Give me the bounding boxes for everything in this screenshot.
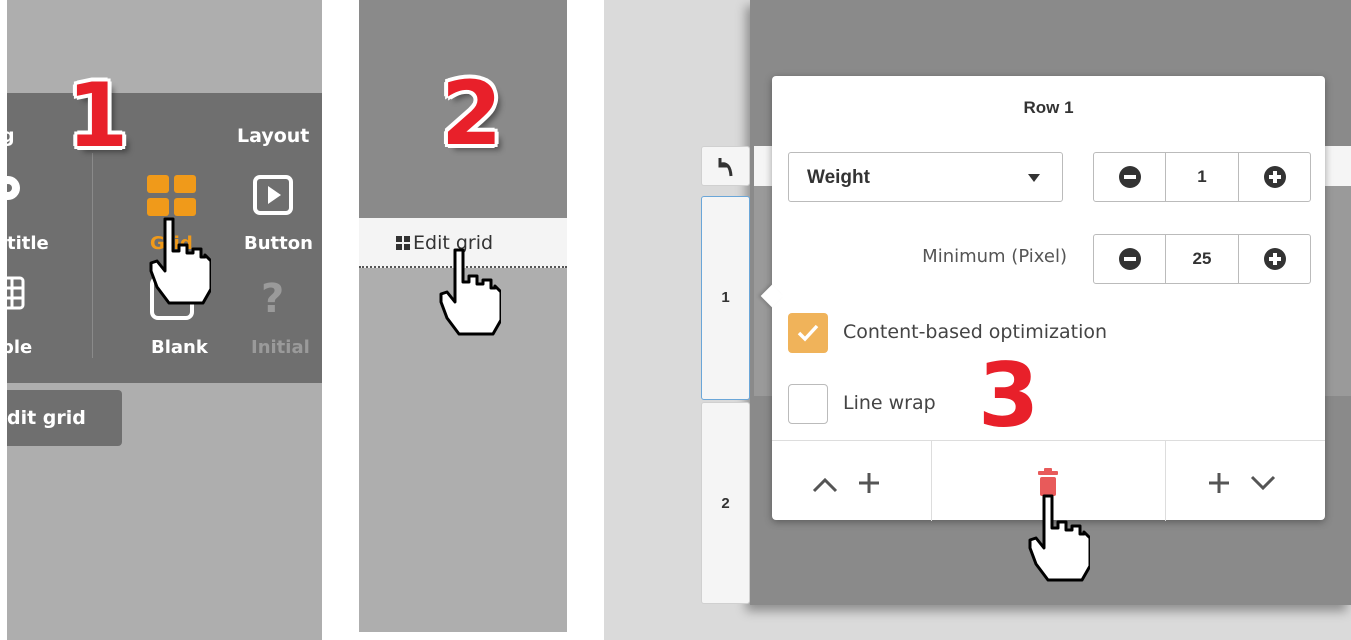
insert-row-above-button[interactable] bbox=[772, 441, 932, 521]
question-mark-icon: ? bbox=[261, 276, 285, 322]
insert-row-below-button[interactable] bbox=[1166, 441, 1325, 521]
weight-value[interactable]: 1 bbox=[1166, 167, 1238, 187]
row-tab-2[interactable]: 2 bbox=[701, 402, 750, 604]
toolbox-item-button-label: Button bbox=[244, 233, 313, 254]
plus-chevron-down-icon bbox=[1209, 473, 1276, 493]
size-mode-value: Weight bbox=[807, 167, 870, 188]
hand-cursor-icon bbox=[149, 217, 211, 305]
step-number-1: 1 bbox=[67, 64, 129, 167]
table-icon bbox=[7, 276, 25, 310]
popup-title: Row 1 bbox=[1023, 98, 1074, 117]
panel-step-3: 1 2 Row 1 Weight 1 Minimum (Pixel) 25 Co… bbox=[604, 0, 1351, 640]
minus-circle-icon bbox=[1118, 248, 1141, 270]
partial-menu-label: g bbox=[7, 125, 15, 147]
toolbox-item-blank-label: Blank bbox=[151, 337, 208, 358]
caret-down-icon bbox=[1028, 174, 1040, 182]
undo-arrow-icon bbox=[718, 158, 733, 177]
edit-grid-button-label: dit grid bbox=[7, 407, 86, 429]
minimum-stepper: 25 bbox=[1093, 234, 1311, 284]
edit-grid-button[interactable]: dit grid bbox=[7, 390, 122, 446]
weight-increment-button[interactable] bbox=[1238, 153, 1310, 201]
minimum-increment-button[interactable] bbox=[1238, 235, 1310, 283]
size-mode-select[interactable]: Weight bbox=[788, 152, 1063, 202]
row-tab-1-label: 1 bbox=[721, 289, 730, 306]
panel-step-2: 2 Edit grid bbox=[359, 0, 567, 632]
grid-icon bbox=[147, 175, 196, 216]
content-optimization-checkbox[interactable] bbox=[788, 313, 828, 353]
minimum-pixel-label: Minimum (Pixel) bbox=[922, 246, 1067, 267]
checkmark-icon bbox=[797, 324, 819, 342]
plus-circle-icon bbox=[1263, 248, 1286, 270]
line-wrap-label: Line wrap bbox=[843, 392, 936, 414]
step-number-2: 2 bbox=[441, 62, 503, 165]
step-number-3: 3 bbox=[978, 344, 1040, 447]
toolbox-item-initial-label: Initial bbox=[251, 337, 310, 358]
weight-stepper: 1 bbox=[1093, 152, 1311, 202]
grid-small-icon bbox=[396, 236, 410, 250]
hand-cursor-icon bbox=[1028, 494, 1090, 582]
toolbox-divider bbox=[92, 153, 93, 358]
hand-cursor-icon bbox=[439, 248, 501, 336]
title-icon bbox=[7, 176, 20, 200]
toolbox-menu: g Layout title Grid Butto bbox=[7, 93, 322, 383]
line-wrap-checkbox[interactable] bbox=[788, 384, 828, 424]
weight-decrement-button[interactable] bbox=[1094, 153, 1166, 201]
plus-circle-icon bbox=[1263, 166, 1286, 188]
minus-circle-icon bbox=[1118, 166, 1141, 188]
row-settings-popup: Row 1 Weight 1 Minimum (Pixel) 25 Conten… bbox=[760, 76, 1325, 521]
row-tab-1[interactable]: 1 bbox=[701, 196, 750, 400]
minimum-decrement-button[interactable] bbox=[1094, 235, 1166, 283]
toolbox-item-title-label: title bbox=[7, 233, 49, 254]
content-optimization-label: Content-based optimization bbox=[843, 321, 1108, 343]
layout-heading: Layout bbox=[237, 125, 310, 147]
undo-button[interactable] bbox=[701, 146, 750, 186]
row-tab-2-label: 2 bbox=[721, 495, 730, 512]
toolbox-item-table-label: ble bbox=[7, 337, 33, 358]
minimum-value[interactable]: 25 bbox=[1166, 249, 1238, 269]
button-play-icon bbox=[253, 175, 293, 215]
chevron-up-plus-icon bbox=[812, 473, 879, 493]
panel-step-1: g Layout title Grid Butto bbox=[7, 0, 322, 640]
